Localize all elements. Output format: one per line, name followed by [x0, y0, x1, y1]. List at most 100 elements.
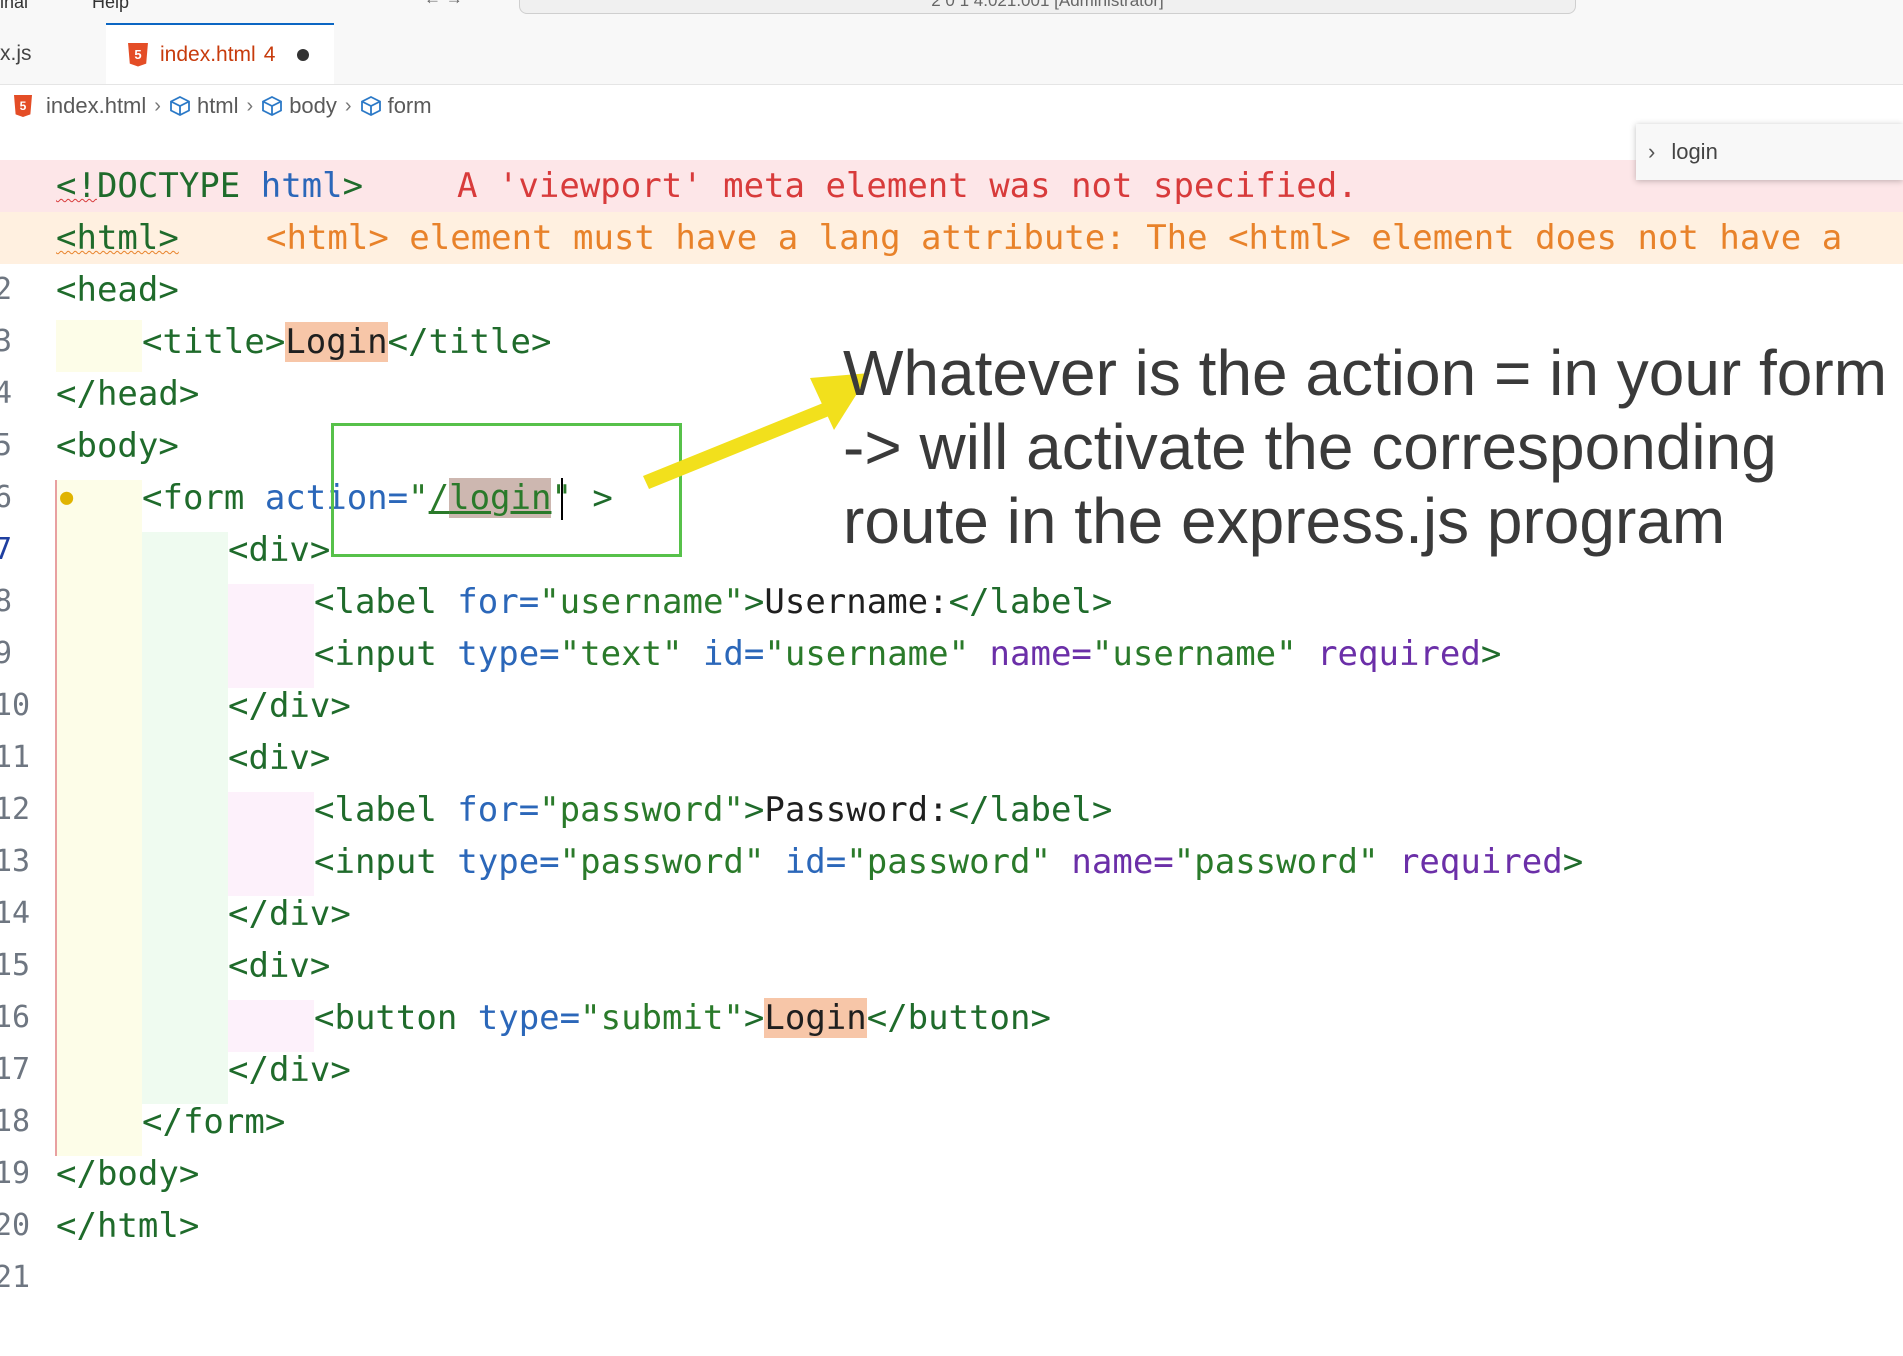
title-text-highlight: Login	[285, 322, 388, 362]
tab-label: x.js	[0, 42, 32, 65]
breadcrumb: 5 index.html › html › body › form	[0, 89, 432, 123]
annotation-line-3: route in the express.js program	[843, 485, 1726, 557]
lightbulb-icon[interactable]: ●	[60, 472, 73, 524]
div-open-tag: <div>	[228, 738, 331, 778]
name-value: "username"	[1091, 634, 1318, 674]
id-attribute: id=	[784, 842, 847, 882]
code-line-19[interactable]: 19 </form>	[0, 1096, 1903, 1191]
button-close-tag: </button>	[866, 998, 1051, 1038]
element-cube-icon	[170, 95, 190, 117]
code-line-10[interactable]: 10 <input type="text" id="username" name…	[0, 628, 1903, 723]
line-number: 21	[0, 1260, 31, 1295]
chevron-right-icon: ›	[154, 94, 161, 117]
div-close-tag: </div>	[228, 686, 351, 726]
form-open-tag: <form	[142, 478, 265, 518]
html5-icon: 5	[14, 95, 32, 117]
find-input[interactable]: login	[1671, 139, 1717, 165]
name-value: "password"	[1173, 842, 1399, 882]
body-close-tag: </body>	[56, 1154, 200, 1194]
label-text: Password:	[764, 790, 949, 830]
inline-error-message: A 'viewport' meta element was not specif…	[457, 166, 1358, 206]
html-open-tag: <html>	[56, 218, 179, 258]
button-open-tag: <button	[314, 998, 478, 1038]
name-attribute: name=	[989, 634, 1092, 674]
inline-warning-message: <html> element must have a lang attribut…	[266, 218, 1843, 258]
menu-help[interactable]: Help	[92, 0, 129, 13]
code-line-16[interactable]: 16 <div>	[0, 940, 1903, 1035]
code-line-15[interactable]: 15 </div>	[0, 888, 1903, 983]
head-open-tag: <head>	[56, 270, 179, 310]
for-attribute: for=	[457, 582, 540, 622]
element-cube-icon	[262, 95, 283, 117]
code-line-1[interactable]: 1 <!DOCTYPE html> A 'viewport' meta elem…	[0, 160, 1903, 255]
breadcrumb-item-form[interactable]: form	[388, 93, 432, 119]
required-attribute: required	[1317, 634, 1481, 674]
tab-index-html[interactable]: 5 index.html 4	[106, 23, 334, 84]
code-line-17[interactable]: 17 <button type="submit">Login</button>	[0, 992, 1903, 1087]
code-line-13[interactable]: 13 <label for="password">Password:</labe…	[0, 784, 1903, 879]
type-attribute: type=	[457, 634, 560, 674]
type-attribute: type=	[477, 998, 581, 1038]
label-open-tag: <label	[314, 582, 458, 622]
label-close-tag: </label>	[948, 582, 1113, 622]
type-value: "password"	[559, 842, 785, 882]
doctype-token: DOCTYPE	[96, 166, 261, 206]
tag-close-token: >	[1480, 634, 1502, 674]
menu-bar: Terminal Help ← → 2 0 1 4.021.001 [Admin…	[0, 0, 1903, 24]
code-line-11[interactable]: 11 </div>	[0, 680, 1903, 775]
command-center-label: 2 0 1 4.021.001 [Administrator]	[931, 0, 1164, 10]
breadcrumb-item-body[interactable]: body	[289, 93, 337, 119]
div-close-tag: </div>	[228, 1050, 351, 1090]
code-line-12[interactable]: 12 <div>	[0, 732, 1903, 827]
div-close-tag: </div>	[228, 894, 351, 934]
code-line-9[interactable]: 9 <label for="username">Username:</label…	[0, 576, 1903, 671]
code-line-18[interactable]: 18 </div>	[0, 1044, 1903, 1139]
tag-close-token: >	[743, 998, 765, 1038]
for-value: "password"	[539, 790, 744, 830]
for-value: "username"	[539, 582, 744, 622]
command-center[interactable]: ← → 2 0 1 4.021.001 [Administrator]	[424, 0, 1576, 14]
id-value: "username"	[764, 634, 990, 674]
menu-terminal[interactable]: Terminal	[0, 0, 28, 13]
type-attribute: type=	[457, 842, 560, 882]
unsaved-dot-icon[interactable]	[297, 48, 310, 61]
find-widget: › login	[1636, 124, 1903, 180]
breadcrumb-file[interactable]: index.html	[46, 93, 146, 119]
head-close-tag: </head>	[56, 374, 200, 414]
code-line-14[interactable]: 14 <input type="password" id="password" …	[0, 836, 1903, 931]
tab-x-js[interactable]: x.js	[0, 24, 103, 84]
type-value: "submit"	[580, 998, 744, 1038]
id-attribute: id=	[702, 634, 765, 674]
label-text: Username:	[764, 582, 949, 622]
code-line-20[interactable]: 20 </body>	[0, 1148, 1903, 1243]
highlight-box	[331, 423, 682, 557]
div-open-tag: <div>	[228, 946, 331, 986]
doctype-html-token: html	[260, 166, 343, 206]
chevron-right-icon[interactable]: ›	[1648, 139, 1655, 165]
code-line-3[interactable]: 3 <head>	[0, 264, 1903, 359]
code-line-21[interactable]: 21 </html>	[0, 1200, 1903, 1295]
tag-close-token: >	[342, 166, 364, 206]
code-line-2[interactable]: 2 <html> <html> element must have a lang…	[0, 212, 1903, 307]
doctype-token: <!	[56, 166, 97, 206]
type-value: "text"	[559, 634, 703, 674]
div-open-tag: <div>	[228, 530, 331, 570]
annotation-line-1: Whatever is the action = in your form	[843, 337, 1887, 409]
label-open-tag: <label	[314, 790, 458, 830]
html-close-tag: </html>	[56, 1206, 200, 1246]
input-open-tag: <input	[314, 634, 458, 674]
name-attribute: name=	[1071, 842, 1174, 882]
annotation-text: Whatever is the action = in your form ->…	[843, 336, 1903, 558]
id-value: "password"	[846, 842, 1072, 882]
for-attribute: for=	[457, 790, 540, 830]
annotation-line-2: -> will activate the corresponding	[843, 411, 1777, 483]
tab-label: index.html	[160, 42, 256, 66]
element-cube-icon	[360, 95, 381, 117]
tag-close-token: >	[1562, 842, 1584, 882]
required-attribute: required	[1398, 842, 1563, 882]
breadcrumb-item-html[interactable]: html	[197, 93, 239, 119]
title-close-tag: </title>	[387, 322, 552, 362]
nav-arrows-icon[interactable]: ← →	[424, 0, 463, 11]
tab-bar: x.js 5 index.html 4	[0, 23, 1903, 85]
button-text-highlight: Login	[764, 998, 867, 1038]
